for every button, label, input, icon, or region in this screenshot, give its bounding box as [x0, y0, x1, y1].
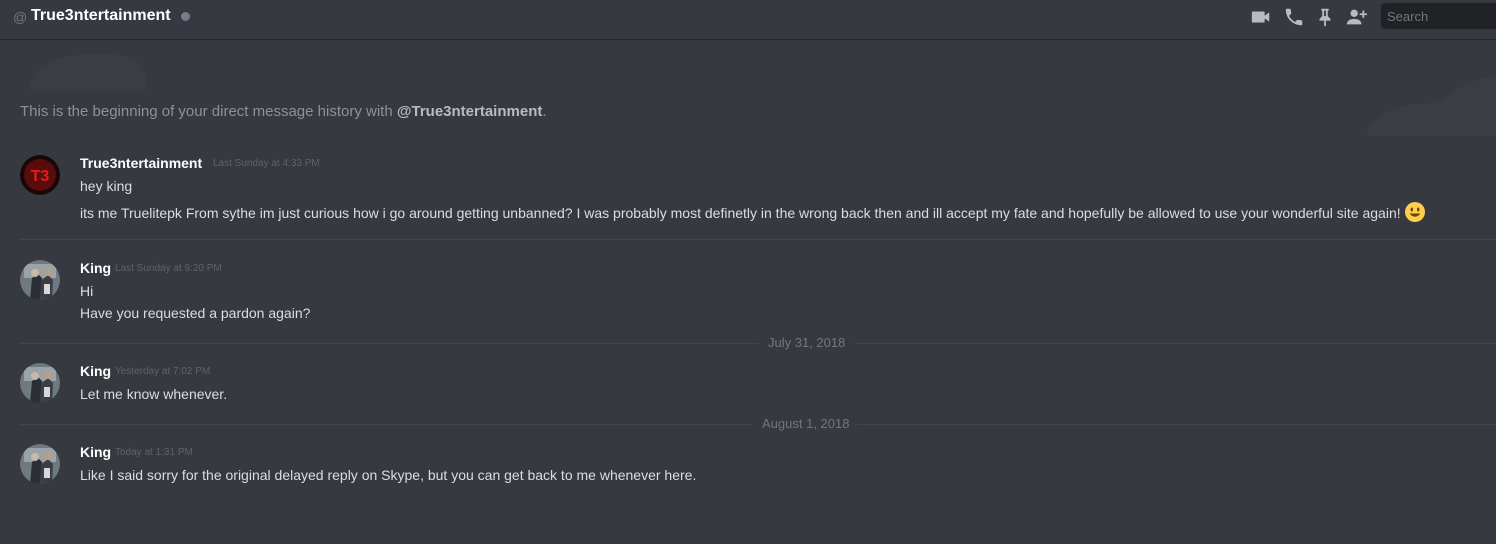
- smiley-emoji-icon[interactable]: [1404, 201, 1426, 226]
- message-timestamp: Yesterday at 7:02 PM: [115, 366, 211, 377]
- message-text: Like I said sorry for the original delay…: [80, 467, 697, 483]
- pin-icon[interactable]: [1314, 6, 1336, 28]
- date-divider-label: July 31, 2018: [759, 335, 855, 350]
- message-author[interactable]: King: [80, 260, 111, 276]
- search-input[interactable]: [1381, 3, 1496, 29]
- history-start-notice: This is the beginning of your direct mes…: [20, 103, 547, 120]
- message-timestamp: Last Sunday at 9:20 PM: [115, 263, 222, 274]
- avatar[interactable]: [20, 260, 60, 300]
- message-text-line: its me Truelitepk From sythe im just cur…: [80, 201, 1426, 226]
- history-start-prefix: This is the beginning of your direct mes…: [20, 103, 397, 120]
- search-box[interactable]: [1381, 3, 1496, 29]
- message-author[interactable]: King: [80, 444, 111, 460]
- history-start-suffix: .: [542, 103, 547, 120]
- status-indicator: [181, 12, 190, 21]
- message-text: Let me know whenever.: [80, 386, 228, 402]
- avatar[interactable]: T3: [20, 155, 60, 195]
- avatar-logo-text: T3: [31, 168, 50, 185]
- message-text: Have you requested a pardon again?: [80, 305, 311, 321]
- avatar[interactable]: [20, 363, 60, 403]
- video-icon[interactable]: [1250, 6, 1272, 28]
- message-timestamp: Today at 1:31 PM: [115, 447, 193, 458]
- message-text: hey king: [80, 178, 133, 194]
- date-divider: August 1, 2018: [20, 416, 1496, 431]
- message-text: its me Truelitepk From sythe im just cur…: [80, 205, 1401, 221]
- channel-title[interactable]: True3ntertainment: [31, 7, 171, 25]
- user-mention[interactable]: @True3ntertainment: [397, 103, 543, 120]
- date-divider-label: August 1, 2018: [753, 416, 859, 431]
- date-divider: July 31, 2018: [20, 335, 1496, 350]
- message-author[interactable]: King: [80, 363, 111, 379]
- message-author[interactable]: True3ntertainment: [80, 155, 202, 171]
- add-friend-icon[interactable]: [1345, 6, 1367, 28]
- message-text: Hi: [80, 283, 94, 299]
- message-timestamp: Last Sunday at 4:33 PM: [213, 158, 320, 169]
- channel-header: @ True3ntertainment: [0, 0, 1496, 40]
- message-divider: [20, 239, 1496, 240]
- phone-icon[interactable]: [1283, 6, 1305, 28]
- avatar[interactable]: [20, 444, 60, 484]
- at-icon: @: [13, 9, 28, 25]
- message-list[interactable]: This is the beginning of your direct mes…: [0, 41, 1496, 544]
- background-decoration: [30, 53, 1496, 136]
